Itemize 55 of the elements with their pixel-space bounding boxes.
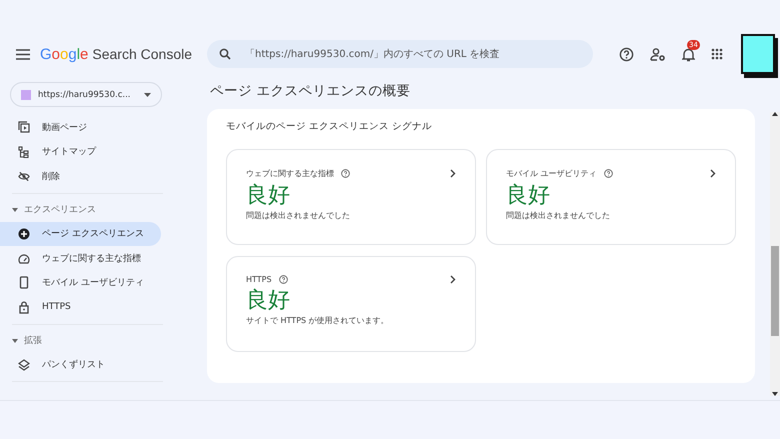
collapse-caret-icon — [12, 208, 18, 212]
bell-icon[interactable] — [682, 46, 695, 62]
status-card[interactable]: モバイル ユーザビリティ 良好 問題は検出されませんでした — [486, 149, 736, 245]
plus-circle-icon — [18, 228, 30, 240]
sidebar-item[interactable]: HTTPS — [0, 295, 161, 320]
help-icon[interactable] — [604, 169, 613, 178]
sidebar-item[interactable]: 削除 — [0, 164, 161, 188]
sidebar-item[interactable]: パンくずリスト — [0, 352, 161, 377]
sidebar-item[interactable]: ページ エクスペリエンス — [0, 222, 161, 246]
user-settings-icon[interactable] — [650, 46, 666, 62]
search-icon — [219, 48, 231, 60]
card-title: HTTPS — [246, 275, 272, 284]
property-selector[interactable]: https://haru99530.c... — [10, 82, 162, 107]
status-card[interactable]: ウェブに関する主な指標 良好 問題は検出されませんでした — [226, 149, 476, 245]
help-icon[interactable] — [619, 46, 634, 62]
eye-off-icon — [18, 170, 30, 182]
scroll-down-arrow-icon[interactable] — [772, 392, 778, 396]
card-title: モバイル ユーザビリティ — [506, 168, 597, 179]
scrollbar[interactable] — [770, 112, 780, 396]
gauge-icon — [18, 252, 30, 264]
section-header[interactable]: 拡張 — [0, 328, 54, 352]
chevron-right-icon — [450, 169, 456, 178]
sidebar-item[interactable]: 動画ページ — [0, 115, 161, 140]
google-logo: Google — [40, 46, 88, 62]
apps-grid-icon[interactable] — [711, 48, 723, 60]
status-card[interactable]: HTTPS 良好 サイトで HTTPS が使用されています。 — [226, 256, 476, 352]
phone-icon — [18, 276, 30, 290]
panel-title: モバイルのページ エクスペリエンス シグナル — [226, 120, 434, 133]
section-header[interactable]: エクスペリエンス — [0, 198, 108, 222]
sitemap-icon — [18, 146, 30, 158]
card-description: 問題は検出されませんでした — [506, 210, 611, 221]
page-title: ページ エクスペリエンスの概要 — [210, 82, 412, 100]
sidebar-item[interactable]: モバイル ユーザビリティ — [0, 270, 161, 295]
card-description: サイトで HTTPS が使用されています。 — [246, 315, 390, 326]
layers-icon — [18, 358, 30, 371]
chevron-right-icon — [710, 169, 716, 178]
help-icon[interactable] — [341, 169, 350, 178]
chevron-right-icon — [450, 275, 456, 284]
status-text: 良好 — [246, 287, 291, 315]
video-page-icon — [18, 121, 30, 134]
help-icon[interactable] — [278, 275, 288, 284]
scrollbar-thumb[interactable] — [771, 246, 779, 336]
status-text: 良好 — [506, 182, 551, 210]
status-text: 良好 — [246, 182, 291, 210]
menu-icon[interactable] — [16, 48, 30, 60]
dropdown-caret-icon — [144, 92, 151, 96]
card-description: 問題は検出されませんでした — [246, 210, 351, 221]
sidebar-item[interactable]: ウェブに関する主な指標 — [0, 246, 161, 270]
product-name: Search Console — [92, 46, 192, 62]
card-title: ウェブに関する主な指標 — [246, 168, 334, 179]
scroll-up-arrow-icon[interactable] — [772, 112, 778, 116]
search-field[interactable]: 「https://haru99530.com/」内のすべての URL を検査 — [207, 40, 593, 68]
collapse-caret-icon — [12, 338, 18, 342]
sidebar-item[interactable]: サイトマップ — [0, 140, 161, 164]
lock-icon — [18, 300, 30, 314]
